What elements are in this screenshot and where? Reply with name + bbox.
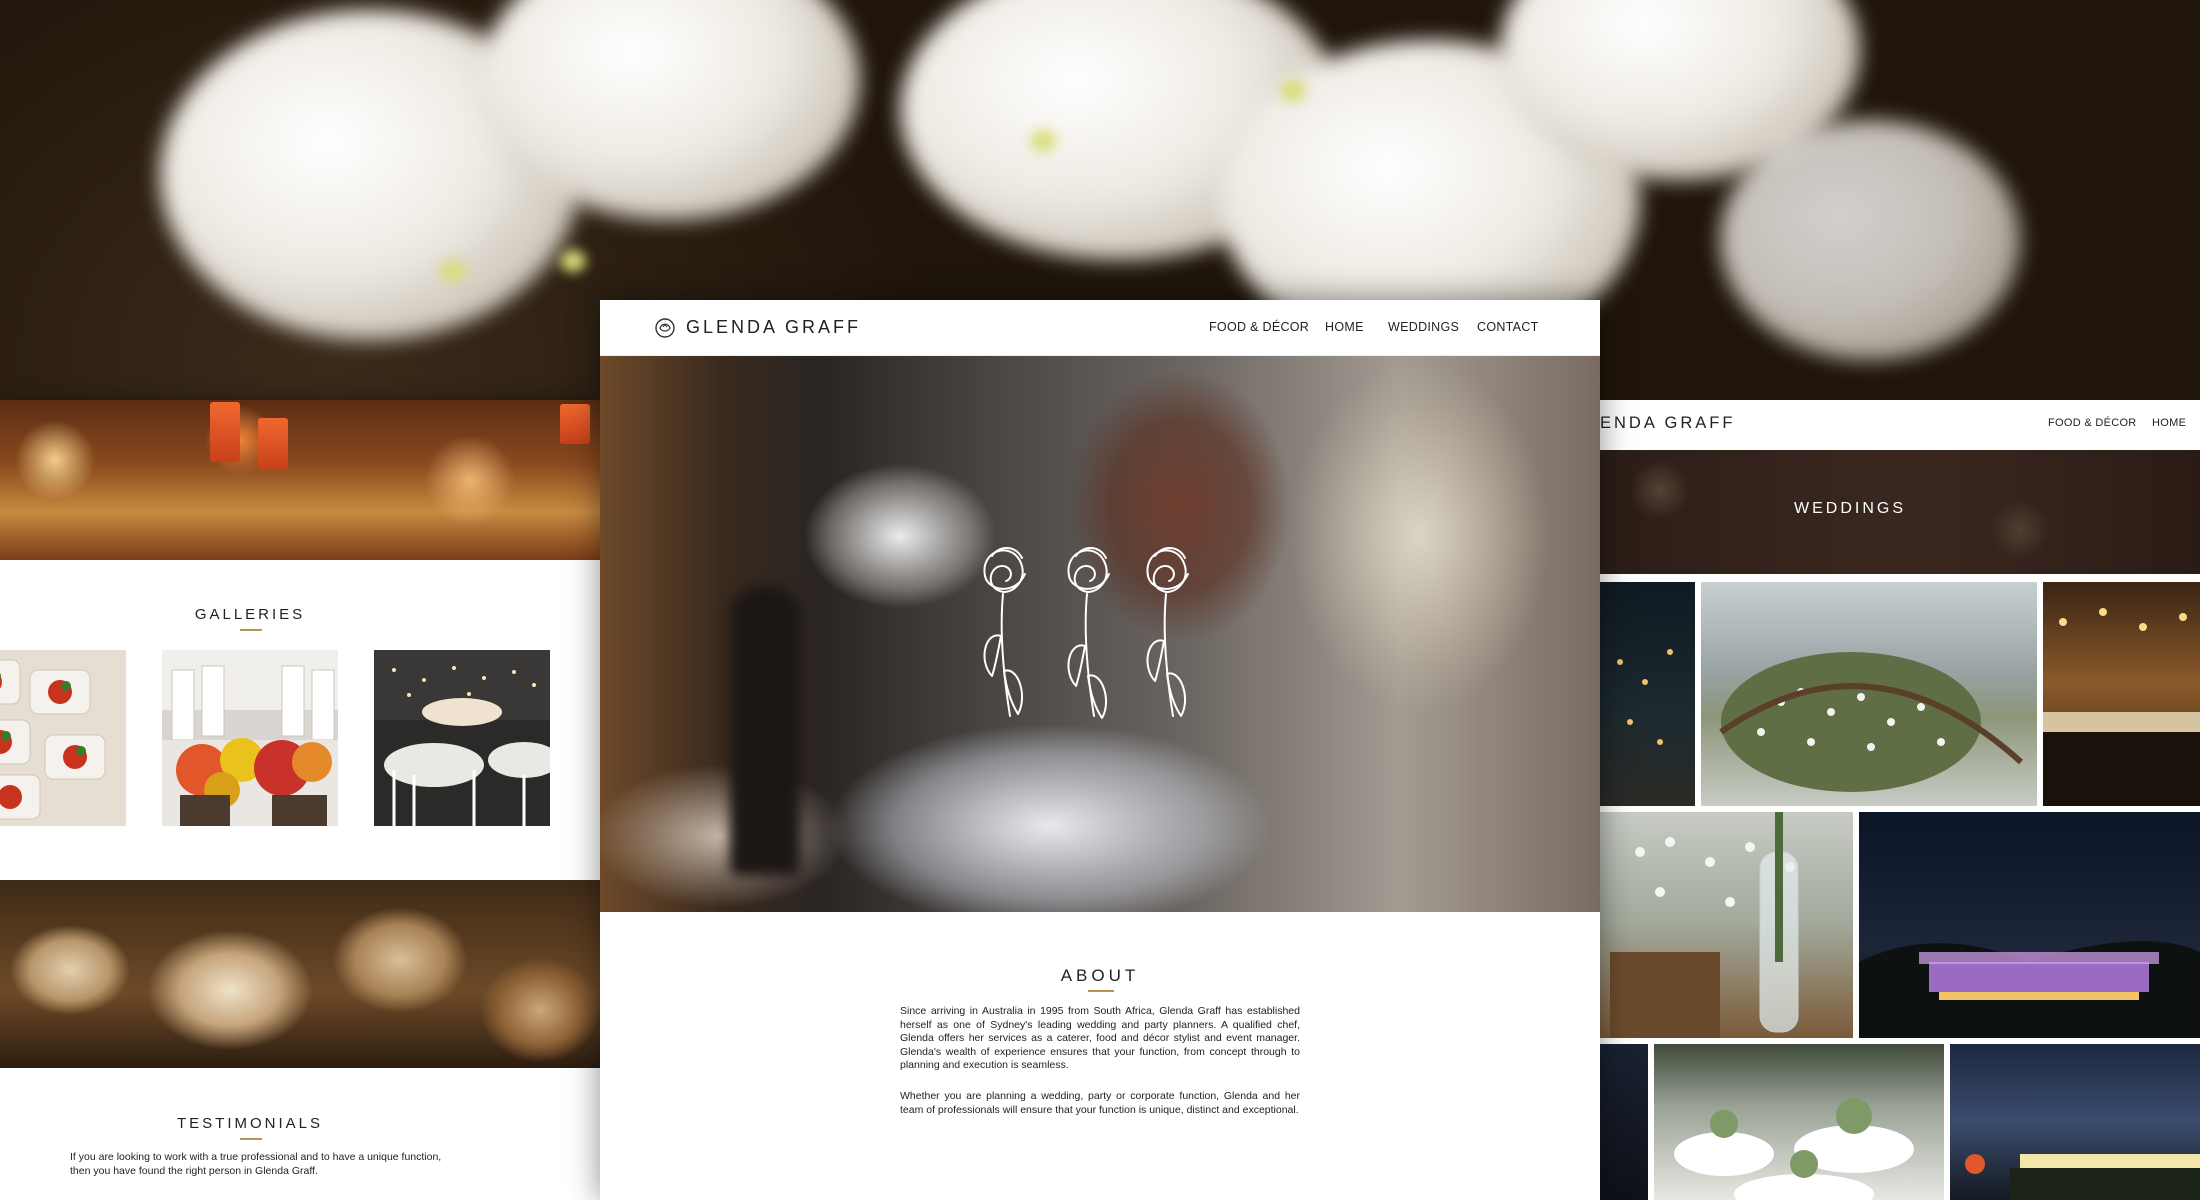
about-title: ABOUT (1060, 966, 1140, 985)
about-underline (1088, 990, 1114, 992)
wedding-photo-tables[interactable] (1654, 1044, 1944, 1200)
weddings-title: WEDDINGS (1794, 500, 1906, 517)
right-page-preview: ENDA GRAFF FOOD & DÉCOR HOME WEDDINGS (1600, 400, 2200, 1200)
right-nav-food-decor[interactable]: FOOD & DÉCOR (2048, 417, 2137, 429)
testimonials-underline (240, 1138, 262, 1140)
dinner-banner-image (0, 400, 600, 560)
wedding-photo-marquee[interactable] (2043, 582, 2200, 806)
about-paragraph-2: Whether you are planning a wedding, part… (900, 1090, 1300, 1116)
site-header: GLENDA GRAFF FOOD & DÉCOR HOME WEDDINGS … (600, 300, 1600, 356)
left-page-preview: GALLERIES TESTIMONIALS If you are lookin… (0, 400, 600, 1200)
testimonial-quote: If you are looking to work with a true p… (70, 1151, 442, 1177)
wedding-photo-candles[interactable] (1600, 582, 1695, 806)
site-logo-text[interactable]: GLENDA GRAFF (686, 317, 861, 338)
right-logo-text[interactable]: ENDA GRAFF (1600, 414, 1735, 433)
oysters-banner-image (0, 880, 600, 1068)
rose-logo-icon[interactable] (654, 317, 676, 339)
galleries-title: GALLERIES (194, 606, 306, 623)
right-nav-home[interactable]: HOME (2152, 417, 2186, 429)
nav-food-decor[interactable]: FOOD & DÉCOR (1209, 320, 1309, 334)
wedding-photo-night-venue[interactable] (1859, 812, 2200, 1038)
gallery-thumb-reception[interactable] (374, 650, 550, 826)
wedding-photo-vase[interactable] (1600, 812, 1853, 1038)
nav-home[interactable]: HOME (1325, 320, 1364, 334)
wedding-photo-gypsophila[interactable] (1701, 582, 2037, 806)
wedding-photo-marquee-night[interactable] (1950, 1044, 2200, 1200)
hero-image (600, 356, 1600, 912)
three-roses-icon (983, 547, 1189, 719)
nav-contact[interactable]: CONTACT (1477, 320, 1539, 334)
hero-person-silhouette (730, 586, 800, 876)
right-site-header: ENDA GRAFF FOOD & DÉCOR HOME (1600, 400, 2200, 450)
nav-weddings[interactable]: WEDDINGS (1388, 320, 1459, 334)
gallery-thumb-food[interactable] (0, 650, 126, 826)
galleries-underline (240, 629, 262, 631)
gallery-thumb-flowers[interactable] (162, 650, 338, 826)
testimonials-title: TESTIMONIALS (176, 1115, 324, 1132)
about-paragraph-1: Since arriving in Australia in 1995 from… (900, 1005, 1300, 1072)
center-page-preview: GLENDA GRAFF FOOD & DÉCOR HOME WEDDINGS … (600, 300, 1600, 1200)
wedding-photo-night-strip[interactable] (1600, 1044, 1648, 1200)
